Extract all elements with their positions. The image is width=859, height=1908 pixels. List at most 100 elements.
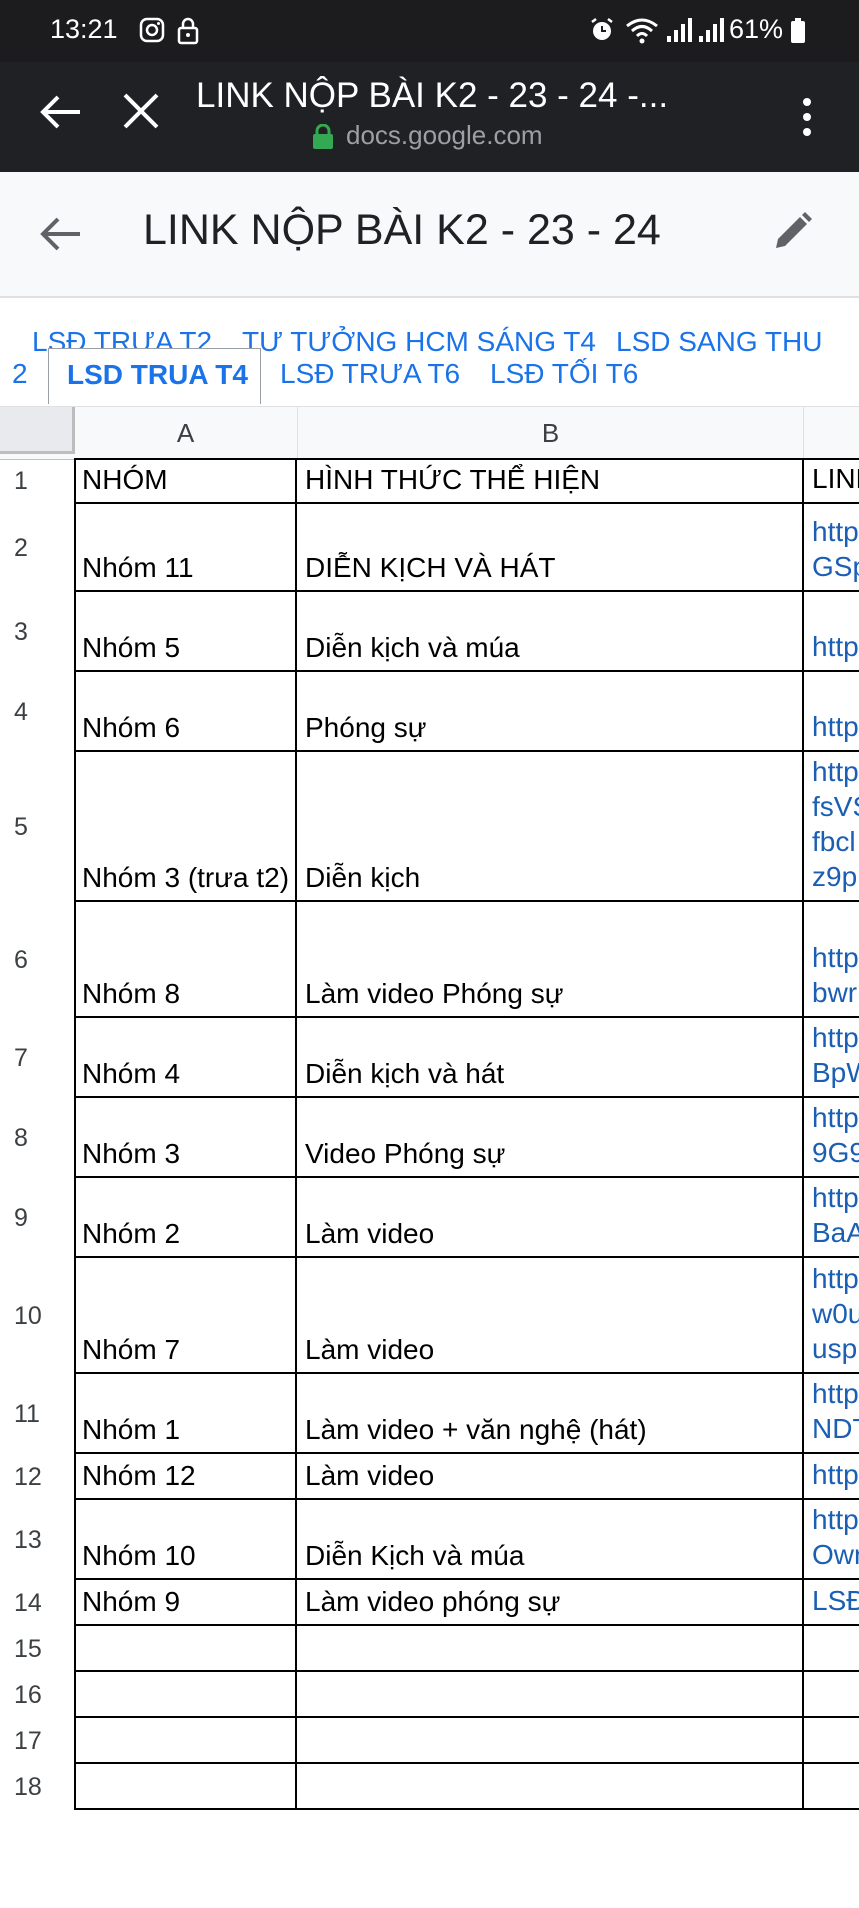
cell-group[interactable]: Nhóm 9 [74, 1580, 297, 1626]
link-text[interactable]: NDT [812, 1411, 859, 1446]
link-text[interactable]: http [812, 1020, 859, 1055]
cell-group[interactable]: Nhóm 4 [74, 1018, 297, 1098]
tab-lsd-trua-t4-active[interactable]: LSD TRUA T4 [48, 348, 261, 404]
link-text[interactable]: 9G9 [812, 1135, 859, 1170]
cell-format[interactable]: Diễn kịch [297, 752, 804, 902]
cell-group[interactable]: Nhóm 8 [74, 902, 297, 1018]
cell-link[interactable] [804, 1764, 859, 1810]
row-number[interactable]: 3 [0, 592, 60, 672]
cell-group[interactable]: Nhóm 6 [74, 672, 297, 752]
cell-group[interactable] [74, 1718, 297, 1764]
link-text[interactable]: w0u [812, 1296, 859, 1331]
cell-format[interactable]: HÌNH THỨC THỂ HIỆN [297, 458, 804, 504]
link-text[interactable]: http [812, 1457, 859, 1492]
row-number[interactable]: 8 [0, 1098, 60, 1178]
select-all-corner[interactable] [0, 407, 75, 454]
link-text[interactable]: http [812, 1261, 859, 1296]
cell-group[interactable] [74, 1672, 297, 1718]
cell-link[interactable]: http [804, 592, 859, 672]
edit-pencil-icon[interactable] [770, 210, 814, 259]
cell-group[interactable]: Nhóm 2 [74, 1178, 297, 1258]
cell-group[interactable]: Nhóm 3 (trưa t2) [74, 752, 297, 902]
row-number[interactable]: 14 [0, 1580, 60, 1626]
row-number[interactable]: 2 [0, 504, 60, 592]
back-arrow-icon[interactable] [40, 92, 82, 137]
link-text[interactable]: BpW [812, 1055, 859, 1090]
cell-format[interactable] [297, 1626, 804, 1672]
cell-group[interactable]: Nhóm 12 [74, 1454, 297, 1500]
link-text[interactable]: http [812, 1502, 859, 1537]
tab-lsd-sang-thu[interactable]: LSD SANG THU [616, 326, 822, 356]
cell-format[interactable]: Phóng sự [297, 672, 804, 752]
link-text[interactable]: fsVS [812, 789, 859, 824]
cell-format[interactable] [297, 1764, 804, 1810]
cell-link[interactable]: http Owr [804, 1500, 859, 1580]
link-text[interactable]: BaA [812, 1215, 859, 1250]
cell-link[interactable]: http w0u usp [804, 1258, 859, 1374]
link-text[interactable]: GSp [812, 549, 859, 584]
cell-link[interactable]: LINK [804, 458, 859, 504]
cell-link[interactable]: httpfsVSfbclz9p [804, 752, 859, 902]
cell-group[interactable] [74, 1764, 297, 1810]
row-number[interactable]: 6 [0, 902, 60, 1018]
cell-group[interactable]: Nhóm 3 [74, 1098, 297, 1178]
link-text[interactable]: z9p [812, 859, 859, 894]
link-text[interactable]: LSĐ [812, 1583, 859, 1618]
link-text[interactable]: http [812, 709, 859, 744]
cell-format[interactable] [297, 1672, 804, 1718]
cell-format[interactable]: DIỄN KỊCH VÀ HÁT [297, 504, 804, 592]
link-text[interactable]: usp [812, 1331, 859, 1366]
cell-format[interactable]: Làm video [297, 1258, 804, 1374]
tab-tu-tuong-hcm-sang-t4[interactable]: TƯ TƯỞNG HCM SÁNG T4 [242, 326, 596, 356]
link-text[interactable]: http [812, 1376, 859, 1411]
cell-format[interactable]: Làm video + văn nghệ (hát) [297, 1374, 804, 1454]
row-number[interactable]: 17 [0, 1718, 60, 1764]
tab-lsd-sang-thu-2[interactable]: 2 [12, 358, 28, 390]
link-text[interactable]: http [812, 629, 859, 664]
row-number[interactable]: 9 [0, 1178, 60, 1258]
row-number[interactable]: 5 [0, 752, 60, 902]
cell-link[interactable]: http [804, 672, 859, 752]
tab-lsd-trua-t6[interactable]: LSĐ TRƯA T6 [280, 358, 460, 390]
cell-link[interactable]: http9G9 [804, 1098, 859, 1178]
link-text[interactable]: http [812, 754, 859, 789]
cell-link[interactable]: LSĐ [804, 1580, 859, 1626]
cell-link[interactable]: http [804, 1454, 859, 1500]
row-number[interactable]: 12 [0, 1454, 60, 1500]
cell-link[interactable]: httpGSp [804, 504, 859, 592]
cell-group[interactable]: Nhóm 1 [74, 1374, 297, 1454]
link-text[interactable]: http [812, 514, 859, 549]
row-number[interactable]: 1 [0, 458, 60, 504]
cell-link[interactable]: httpBaA [804, 1178, 859, 1258]
row-number[interactable]: 11 [0, 1374, 60, 1454]
row-number[interactable]: 7 [0, 1018, 60, 1098]
column-header-a[interactable]: A [74, 407, 298, 459]
cell-link[interactable] [804, 1672, 859, 1718]
cell-format[interactable] [297, 1718, 804, 1764]
cell-link[interactable] [804, 1626, 859, 1672]
cell-format[interactable]: Diễn kịch và hát [297, 1018, 804, 1098]
cell-format[interactable]: Làm video [297, 1178, 804, 1258]
cell-link[interactable] [804, 1718, 859, 1764]
row-number[interactable]: 13 [0, 1500, 60, 1580]
row-number[interactable]: 16 [0, 1672, 60, 1718]
cell-group[interactable] [74, 1626, 297, 1672]
row-number[interactable]: 4 [0, 672, 60, 752]
cell-group[interactable]: NHÓM [74, 458, 297, 504]
link-text[interactable]: http [812, 1180, 859, 1215]
cell-format[interactable]: Làm video [297, 1454, 804, 1500]
cell-group[interactable]: Nhóm 5 [74, 592, 297, 672]
tab-lsd-toi-t6[interactable]: LSĐ TỐI T6 [490, 358, 638, 390]
cell-format[interactable]: Làm video phóng sự [297, 1580, 804, 1626]
link-text[interactable]: fbcl [812, 824, 859, 859]
cell-format[interactable]: Làm video Phóng sự [297, 902, 804, 1018]
close-icon[interactable] [122, 92, 160, 135]
row-number[interactable]: 15 [0, 1626, 60, 1672]
link-text[interactable]: bwr [812, 975, 859, 1010]
link-text[interactable]: Owr [812, 1537, 859, 1572]
row-number[interactable]: 10 [0, 1258, 60, 1374]
link-text[interactable]: http [812, 940, 859, 975]
cell-group[interactable]: Nhóm 10 [74, 1500, 297, 1580]
cell-format[interactable]: Video Phóng sự [297, 1098, 804, 1178]
cell-group[interactable]: Nhóm 7 [74, 1258, 297, 1374]
